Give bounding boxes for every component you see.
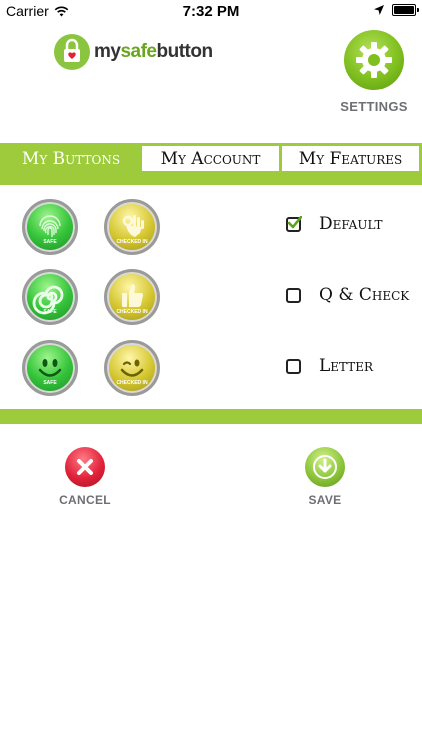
cancel-label: CANCEL	[59, 493, 111, 507]
tab-my-buttons[interactable]: My Buttons	[2, 145, 140, 172]
checkmark-icon	[287, 215, 302, 228]
close-icon	[77, 459, 93, 475]
option-label: Default	[319, 214, 383, 234]
status-time: 7:32 PM	[182, 3, 240, 20]
battery-icon	[392, 4, 419, 16]
option-label: Q & Check	[319, 285, 410, 305]
settings-badge	[344, 30, 404, 90]
lock-icon	[54, 34, 90, 70]
button-swirl[interactable]: SAFE	[22, 269, 78, 325]
settings-label: SETTINGS	[340, 99, 408, 114]
tab-bar: My Buttons My Account My Features	[0, 143, 422, 185]
option-default[interactable]: Default	[286, 214, 382, 234]
cancel-badge	[65, 447, 105, 487]
button-thumbs-up[interactable]: CHECKED IN	[104, 269, 160, 325]
logo-text: mysafebutton	[94, 41, 213, 62]
settings-button[interactable]: SETTINGS	[340, 30, 407, 114]
cancel-button[interactable]: CANCEL	[55, 447, 115, 507]
option-checkbox[interactable]	[286, 215, 302, 232]
save-badge	[305, 447, 345, 487]
tab-my-features[interactable]: My Features	[281, 145, 420, 172]
button-fingerprint[interactable]: SAFE	[22, 199, 78, 255]
button-smiley[interactable]: SAFE	[22, 340, 78, 396]
status-bar: Carrier 7:32 PM	[0, 0, 422, 22]
location-arrow-icon	[374, 5, 384, 15]
option-letter[interactable]: Letter	[286, 356, 373, 376]
save-label: SAVE	[308, 493, 342, 507]
button-ok-hand[interactable]: CHECKED IN	[104, 199, 160, 255]
save-button[interactable]: SAVE	[295, 447, 355, 507]
option-checkbox[interactable]	[286, 287, 301, 303]
download-arrow-icon	[313, 455, 337, 479]
gear-icon	[356, 42, 392, 78]
button-wink-smiley[interactable]: CHECKED IN	[104, 340, 160, 396]
option-checkbox[interactable]	[286, 358, 301, 374]
divider-band	[0, 409, 422, 424]
option-label: Letter	[319, 356, 374, 376]
app-logo: mysafebutton	[54, 34, 213, 70]
tab-my-account[interactable]: My Account	[141, 145, 280, 172]
option-q-check[interactable]: Q & Check	[286, 285, 409, 305]
